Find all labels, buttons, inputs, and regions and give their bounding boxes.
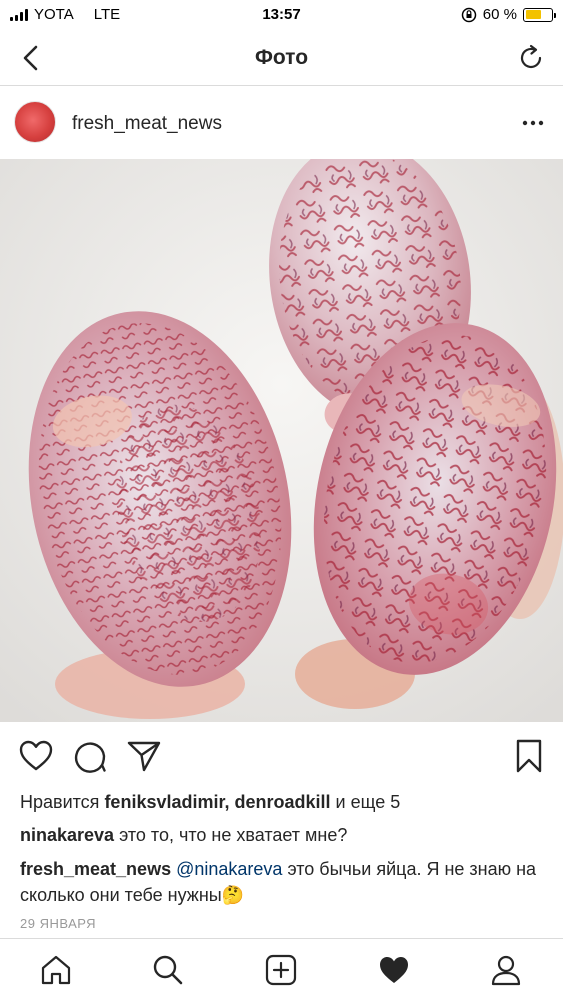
avatar[interactable] [14, 101, 56, 143]
tab-bar [0, 938, 563, 1000]
profile-icon[interactable] [489, 953, 523, 987]
comment-mention[interactable]: @ninakareva [176, 859, 282, 879]
more-options-icon[interactable] [521, 113, 545, 133]
post-username[interactable]: fresh_meat_news [72, 113, 222, 135]
comment-username[interactable]: fresh_meat_news [20, 859, 171, 879]
comment-username[interactable]: ninakareva [20, 825, 114, 845]
battery-icon [523, 7, 556, 22]
orientation-lock-icon [461, 7, 477, 22]
likes-prefix: Нравится [20, 792, 105, 812]
reload-icon[interactable] [515, 42, 547, 74]
share-icon[interactable] [126, 738, 162, 774]
post-date: 29 ЯНВАРЯ [20, 916, 97, 931]
home-icon[interactable] [39, 953, 73, 987]
post-actions [0, 722, 563, 788]
likes-suffix[interactable]: и еще 5 [331, 792, 401, 812]
comment-item: fresh_meat_news @ninakareva это бычьи яй… [20, 856, 545, 908]
post-header: fresh_meat_news [0, 87, 563, 159]
battery-percent: 60 % [482, 6, 517, 23]
new-post-icon[interactable] [264, 953, 298, 987]
nav-bar: Фото [0, 30, 563, 86]
battery-fill [525, 10, 541, 19]
likes-users[interactable]: feniksvladimir, denroadkill [104, 792, 330, 812]
page-title: Фото [254, 46, 309, 69]
heart-icon[interactable] [18, 738, 54, 774]
comment-item: ninakareva это то, что не хватает мне? [20, 822, 545, 848]
likes-line: Нравится feniksvladimir, denroadkill и е… [20, 792, 400, 813]
status-bar: YOTA LTE 13:57 60 % [0, 0, 563, 30]
post-photo[interactable] [0, 159, 563, 722]
comment-icon[interactable] [72, 738, 108, 774]
status-right: 60 % [461, 6, 556, 23]
search-icon[interactable] [151, 953, 185, 987]
activity-heart-icon[interactable] [377, 953, 411, 987]
comment-text: это то, что не хватает мне? [114, 825, 348, 845]
post-image [0, 159, 563, 722]
bookmark-icon[interactable] [511, 738, 547, 774]
